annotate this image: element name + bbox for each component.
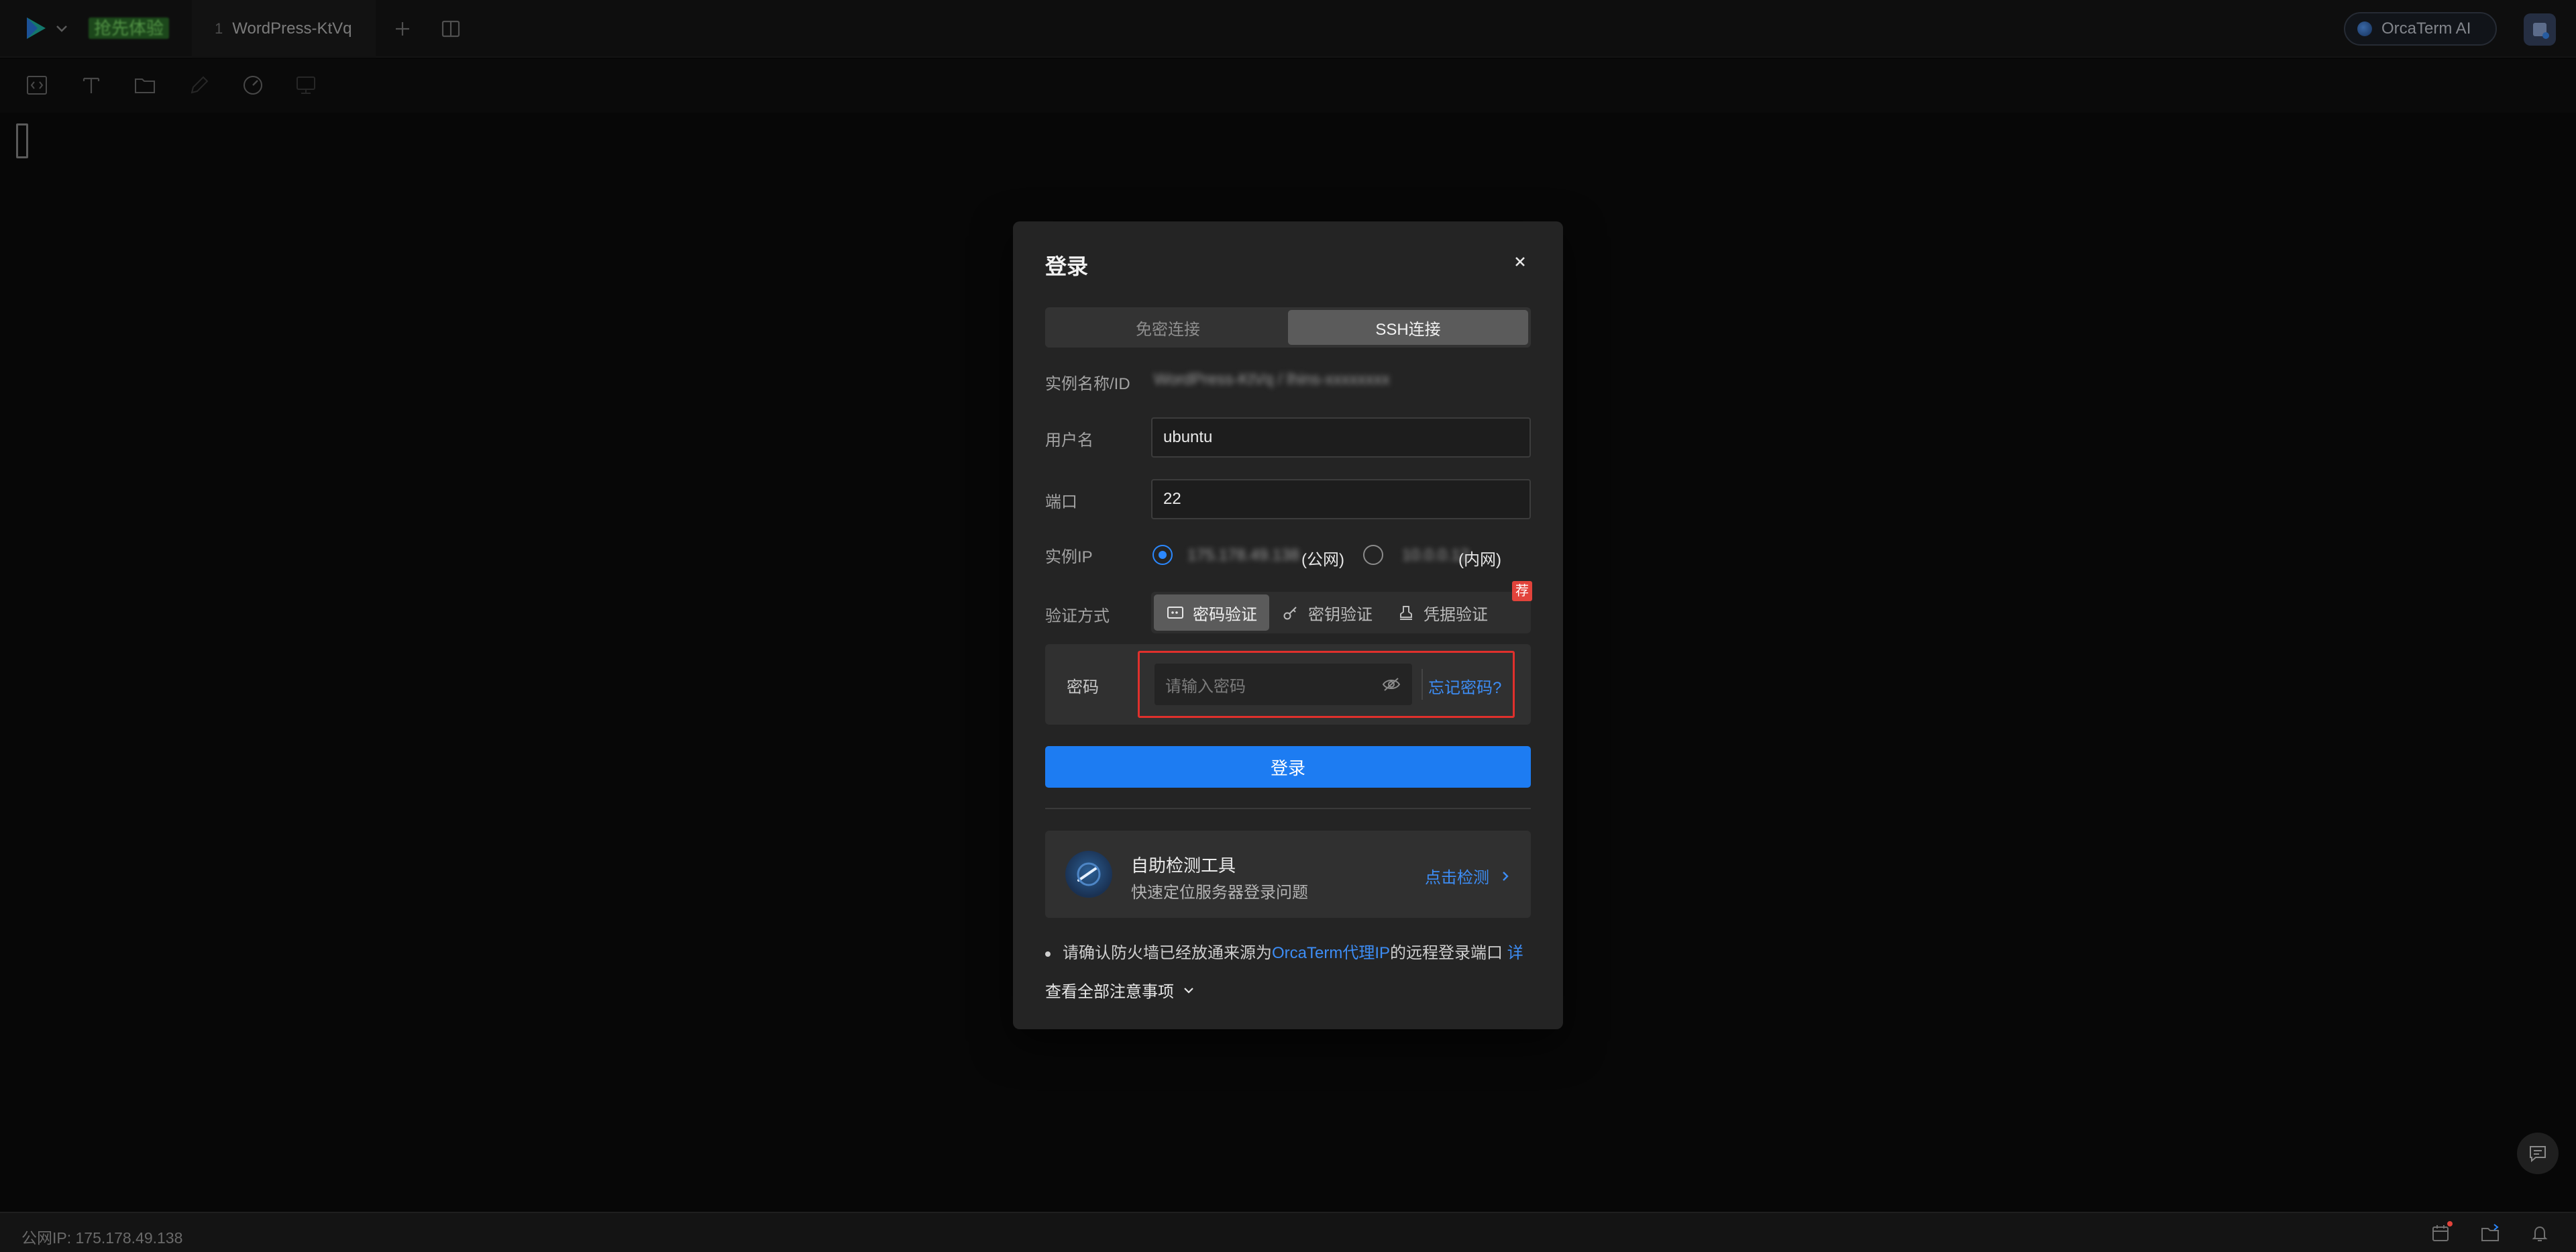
credential-stamp-icon: [1400, 606, 1412, 620]
password-card-icon: [1167, 607, 1183, 619]
app-root: 抢先体验 1 WordPress-KtVq OrcaTerm AI 登录 免密连…: [0, 0, 2576, 1252]
view-all-label: 查看全部注意事项: [1045, 983, 1174, 1001]
close-icon[interactable]: [1509, 251, 1531, 272]
login-modal: 登录 免密连接 SSH连接 实例名称/ID WordPress-KtVq / l…: [1013, 221, 1563, 1029]
notice-prefix: 请确认防火墙已经放通来源为: [1063, 944, 1272, 962]
public-ip-suffix: (公网): [1301, 551, 1344, 569]
password-label: 密码: [1067, 678, 1099, 696]
bell-icon[interactable]: [2529, 1222, 2551, 1244]
divider: [1045, 808, 1531, 809]
radio-private-ip[interactable]: [1363, 545, 1383, 565]
auth-password-option[interactable]: 密码验证: [1154, 594, 1269, 631]
radio-public-ip[interactable]: [1152, 545, 1173, 565]
orcaterm-proxy-ip-link[interactable]: OrcaTerm代理IP: [1272, 944, 1390, 962]
key-icon: [1283, 607, 1297, 620]
bullet-dot: [1045, 951, 1051, 957]
password-section: 密码 请输入密码 忘记密码?: [1045, 644, 1531, 725]
public-ip-status: 公网IP: 175.178.49.138: [21, 1229, 183, 1247]
firewall-notice: 请确认防火墙已经放通来源为OrcaTerm代理IP的远程登录端口 详: [1045, 939, 1523, 963]
eye-hidden-icon[interactable]: [1381, 676, 1401, 693]
tool-card-subtitle: 快速定位服务器登录问题: [1131, 884, 1308, 902]
notification-dot: [2447, 1221, 2453, 1227]
recommend-badge: 荐: [1512, 581, 1532, 601]
private-ip-suffix: (内网): [1458, 551, 1501, 569]
notice-suffix: 的远程登录端口: [1390, 944, 1503, 962]
chevron-down-icon: [1184, 987, 1193, 994]
connection-type-segmented: 免密连接 SSH连接: [1045, 307, 1531, 348]
password-divider: [1421, 669, 1423, 700]
instance-label: 实例名称/ID: [1045, 375, 1130, 393]
auth-method-label: 验证方式: [1045, 607, 1110, 625]
self-check-tool-card: 自助检测工具 快速定位服务器登录问题 点击检测: [1045, 831, 1531, 918]
instance-ip-label: 实例IP: [1045, 548, 1093, 566]
password-highlight-box: 请输入密码 忘记密码?: [1138, 651, 1515, 718]
status-bar: 公网IP: 175.178.49.138: [0, 1212, 2576, 1252]
tab-ssh-connection[interactable]: SSH连接: [1288, 310, 1528, 345]
chevron-right-icon: [1503, 871, 1509, 881]
auth-method-group: 密码验证 密钥验证 凭据验证: [1151, 592, 1531, 633]
feedback-chat-button[interactable]: [2517, 1133, 2559, 1174]
auth-key-label: 密钥验证: [1308, 605, 1373, 624]
password-input[interactable]: 请输入密码: [1155, 664, 1412, 705]
public-ip-value: 175.178.49.138: [1187, 546, 1299, 564]
modal-title: 登录: [1045, 254, 1089, 278]
auth-key-option[interactable]: 密钥验证: [1269, 594, 1385, 631]
auth-password-label: 密码验证: [1193, 605, 1257, 624]
forgot-password-link[interactable]: 忘记密码?: [1428, 674, 1501, 698]
username-field[interactable]: ubuntu: [1151, 417, 1531, 458]
port-label: 端口: [1045, 493, 1077, 511]
view-all-notes-toggle[interactable]: 查看全部注意事项: [1045, 978, 1195, 1002]
tab-passwordless-connection[interactable]: 免密连接: [1048, 310, 1288, 345]
chat-bubble-icon: [2530, 1146, 2546, 1163]
notice-detail-link[interactable]: 详: [1507, 944, 1523, 962]
click-detect-label: 点击检测: [1425, 869, 1489, 887]
auth-credential-option[interactable]: 凭据验证: [1385, 594, 1500, 631]
port-field[interactable]: 22: [1151, 479, 1531, 519]
username-label: 用户名: [1045, 431, 1093, 450]
transfer-folder-icon[interactable]: [2479, 1222, 2501, 1244]
auth-credential-label: 凭据验证: [1424, 605, 1488, 624]
instance-value: WordPress-KtVq / lhins-xxxxxxxx: [1154, 370, 1390, 388]
login-button[interactable]: 登录: [1045, 746, 1531, 788]
click-detect-link[interactable]: 点击检测: [1425, 864, 1512, 888]
radar-icon: [1065, 851, 1112, 898]
tool-card-title: 自助检测工具: [1131, 855, 1236, 876]
